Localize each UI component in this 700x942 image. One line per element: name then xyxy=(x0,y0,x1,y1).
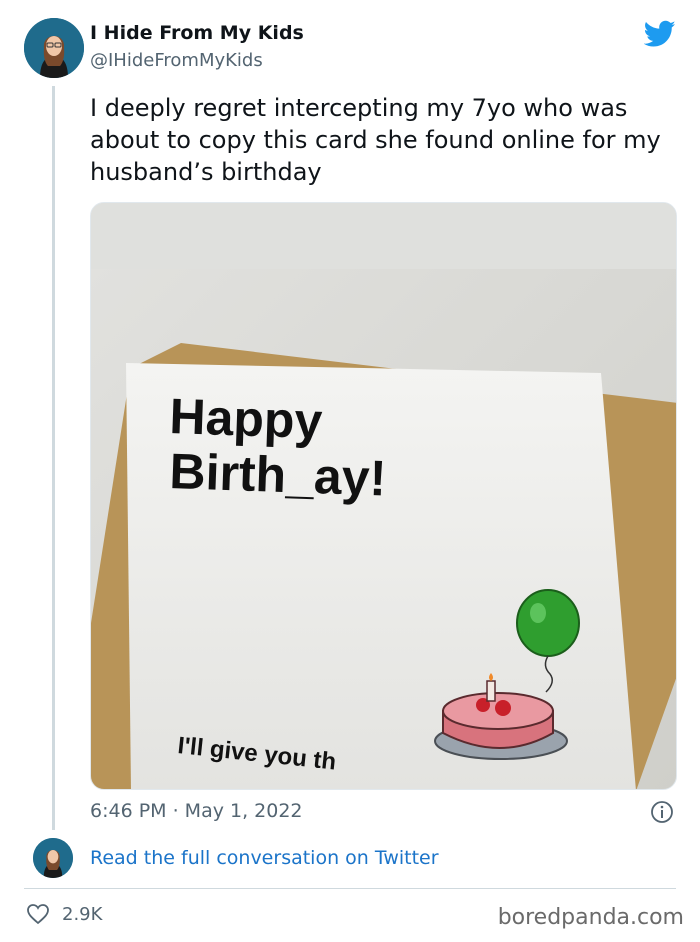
author-name[interactable]: I Hide From My Kids xyxy=(90,22,304,44)
tweet-embed: I Hide From My Kids @IHideFromMyKids I d… xyxy=(0,0,700,942)
heart-icon[interactable] xyxy=(26,903,50,925)
divider xyxy=(24,888,676,889)
tweet-text: I deeply regret intercepting my 7yo who … xyxy=(90,94,661,186)
read-conversation-link[interactable]: Read the full conversation on Twitter xyxy=(90,847,439,869)
author-avatar[interactable] xyxy=(24,18,84,78)
tweet-timestamp[interactable]: 6:46 PM · May 1, 2022 xyxy=(90,800,303,822)
thread-line xyxy=(52,86,55,830)
tweet-photo[interactable]: Happy Birth_ay! I'll give you th xyxy=(90,202,677,790)
author-handle[interactable]: @IHideFromMyKids xyxy=(90,50,263,71)
card-line-1: Happy xyxy=(169,388,324,449)
twitter-bird-icon[interactable] xyxy=(644,20,676,48)
like-count[interactable]: 2.9K xyxy=(62,904,102,925)
card-line-2: Birth_ay! xyxy=(169,443,388,507)
watermark: boredpanda.com xyxy=(497,905,684,930)
author-avatar-small[interactable] xyxy=(33,838,73,878)
info-icon[interactable] xyxy=(650,800,674,824)
